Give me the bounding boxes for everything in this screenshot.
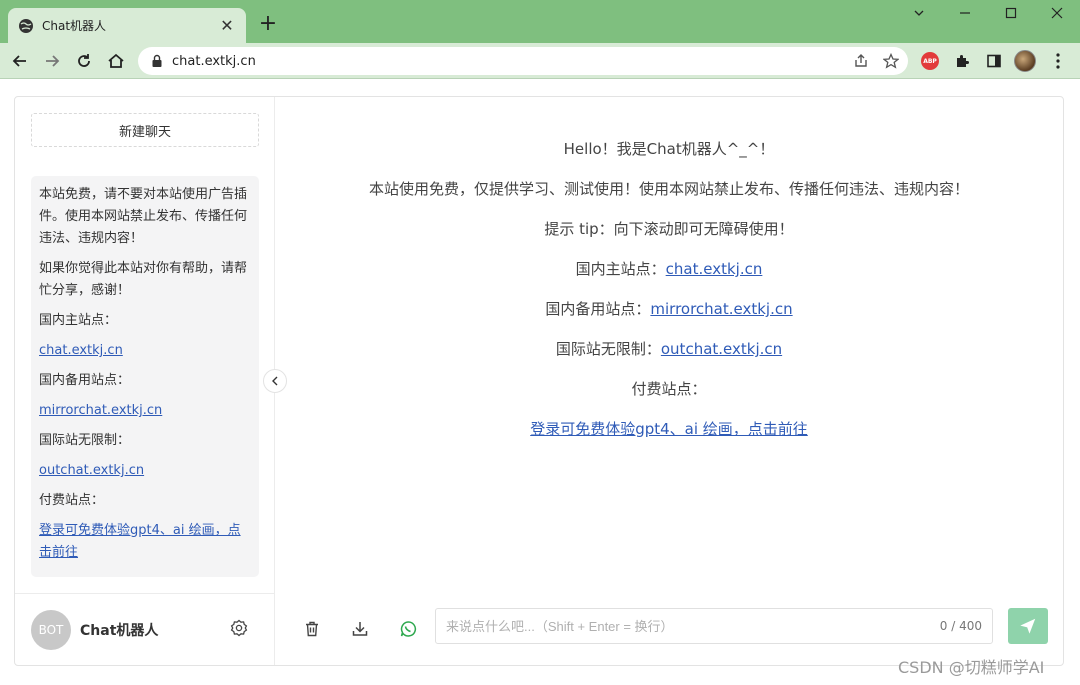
- share-icon[interactable]: [848, 48, 874, 74]
- browser-tab-strip: Chat机器人 ✕ +: [0, 0, 1080, 43]
- back-icon[interactable]: [7, 48, 33, 74]
- main-site-row: 国内主站点：chat.extkj.cn: [275, 249, 1063, 289]
- window-close-icon[interactable]: [1034, 4, 1080, 26]
- backup-site-label: 国内备用站点：: [39, 373, 131, 388]
- home-icon[interactable]: [103, 48, 129, 74]
- new-chat-button[interactable]: 新建聊天: [31, 113, 259, 147]
- send-button[interactable]: [1008, 608, 1048, 644]
- lock-icon: [152, 54, 162, 67]
- message-input[interactable]: [446, 618, 940, 634]
- paid-site-link[interactable]: 登录可免费体验gpt4、ai 绘画，点击前往: [39, 523, 241, 560]
- intl-site-label: 国际站无限制：: [39, 433, 131, 448]
- message-input-box[interactable]: 0 / 400: [435, 608, 993, 644]
- close-icon[interactable]: ✕: [218, 16, 236, 35]
- tip-text: 提示 tip：向下滚动即可无障碍使用！: [544, 220, 794, 238]
- paid-site-link[interactable]: 登录可免费体验gpt4、ai 绘画，点击前往: [530, 420, 808, 438]
- intl-site-link[interactable]: outchat.extkj.cn: [39, 463, 144, 478]
- new-tab-button[interactable]: +: [256, 12, 280, 36]
- chevron-down-icon[interactable]: [896, 4, 942, 26]
- trash-icon[interactable]: [298, 615, 326, 643]
- main-site-label: 国内主站点：: [39, 313, 118, 328]
- sidebar-footer: BOT Chat机器人: [15, 593, 274, 665]
- chevron-left-icon: [272, 376, 278, 386]
- download-icon[interactable]: [346, 615, 374, 643]
- backup-site-label: 国内备用站点：: [545, 300, 651, 318]
- bot-name: Chat机器人: [80, 623, 159, 639]
- notice-text: 如果你觉得此本站对你有帮助，请帮忙分享，感谢！: [39, 261, 248, 298]
- free-notice-text: 本站使用免费，仅提供学习、测试使用！使用本网站禁止发布、传播任何违法、违规内容！: [368, 180, 969, 198]
- reload-icon[interactable]: [71, 48, 97, 74]
- puzzle-icon[interactable]: [949, 48, 975, 74]
- star-icon[interactable]: [878, 48, 904, 74]
- minimize-icon[interactable]: [942, 4, 988, 26]
- main-site-link[interactable]: chat.extkj.cn: [666, 260, 763, 278]
- intl-site-label: 国际站无限制：: [555, 340, 661, 358]
- notice-text: 本站免费，请不要对本站使用广告插件。使用本网站禁止发布、传播任何违法、违规内容！: [39, 187, 248, 246]
- intl-site-row: 国际站无限制：outchat.extkj.cn: [275, 329, 1063, 369]
- address-bar[interactable]: chat.extkj.cn: [138, 47, 908, 75]
- intl-site-link[interactable]: outchat.extkj.cn: [661, 340, 782, 358]
- browser-tab[interactable]: Chat机器人 ✕: [8, 8, 246, 43]
- paid-site-label: 付费站点：: [39, 493, 105, 508]
- backup-site-link[interactable]: mirrorchat.extkj.cn: [650, 300, 792, 318]
- greeting-text: Hello！我是Chat机器人^_^！: [563, 140, 775, 158]
- chat-app: 新建聊天 本站免费，请不要对本站使用广告插件。使用本网站禁止发布、传播任何违法、…: [14, 96, 1064, 666]
- adblock-extension-icon[interactable]: ABP: [921, 52, 939, 70]
- backup-site-link[interactable]: mirrorchat.extkj.cn: [39, 403, 162, 418]
- collapse-sidebar-button[interactable]: [263, 369, 287, 393]
- avatar: BOT: [31, 610, 71, 650]
- globe-icon: [19, 18, 33, 33]
- browser-toolbar: chat.extkj.cn ABP: [0, 43, 1080, 79]
- web-page: 新建聊天 本站免费，请不要对本站使用广告插件。使用本网站禁止发布、传播任何违法、…: [0, 80, 1080, 685]
- chat-main: Hello！我是Chat机器人^_^！ 本站使用免费，仅提供学习、测试使用！使用…: [275, 97, 1063, 665]
- forward-icon[interactable]: [39, 48, 65, 74]
- whatsapp-icon[interactable]: [394, 615, 422, 643]
- maximize-icon[interactable]: [988, 4, 1034, 26]
- menu-icon[interactable]: [1045, 48, 1071, 74]
- main-site-label: 国内主站点：: [575, 260, 666, 278]
- char-counter: 0 / 400: [939, 619, 982, 633]
- welcome-message: Hello！我是Chat机器人^_^！ 本站使用免费，仅提供学习、测试使用！使用…: [275, 129, 1063, 449]
- notice-card: 本站免费，请不要对本站使用广告插件。使用本网站禁止发布、传播任何违法、违规内容！…: [31, 176, 259, 577]
- gear-icon[interactable]: [228, 617, 250, 639]
- url-text: chat.extkj.cn: [172, 53, 256, 69]
- sidepanel-icon[interactable]: [981, 48, 1007, 74]
- paid-site-label: 付费站点：: [631, 380, 707, 398]
- profile-avatar[interactable]: [1014, 50, 1036, 72]
- backup-site-row: 国内备用站点：mirrorchat.extkj.cn: [275, 289, 1063, 329]
- tab-title: Chat机器人: [42, 19, 107, 33]
- send-icon: [1020, 618, 1036, 634]
- watermark: CSDN @切糕师学AI: [898, 658, 1045, 677]
- sidebar: 新建聊天 本站免费，请不要对本站使用广告插件。使用本网站禁止发布、传播任何违法、…: [15, 97, 275, 665]
- main-site-link[interactable]: chat.extkj.cn: [39, 343, 123, 358]
